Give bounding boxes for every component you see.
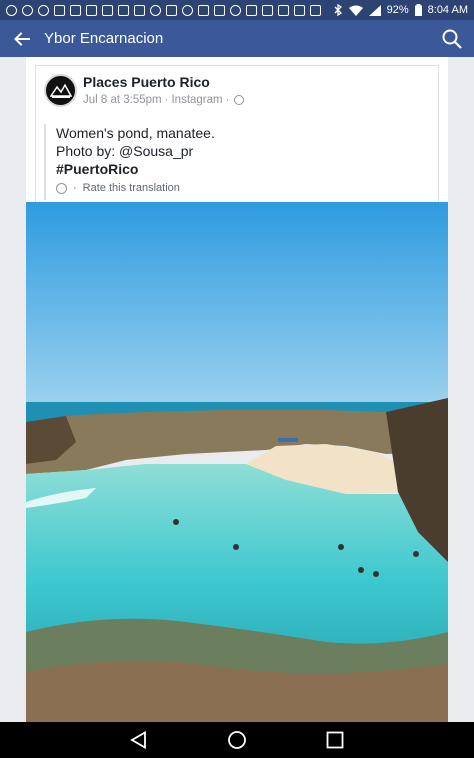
globe-icon	[234, 95, 245, 105]
facebook-icon	[278, 4, 289, 16]
back-arrow-icon	[14, 31, 30, 46]
beach-photo	[26, 202, 448, 722]
facebook-icon	[214, 4, 225, 16]
meta-separator: ·	[73, 182, 77, 194]
triangle-back-icon	[130, 731, 146, 749]
gallery-icon	[310, 4, 321, 16]
gmail-icon	[118, 4, 129, 16]
youtube-icon	[198, 4, 209, 16]
search-button[interactable]	[430, 20, 474, 57]
square-recents-icon	[326, 731, 344, 749]
post-card: Places Puerto Rico Jul 8 at 3:55pm · Ins…	[26, 57, 448, 202]
post-meta: Jul 8 at 3:55pm · Instagram ·	[83, 94, 245, 106]
clock: 8:04 AM	[427, 4, 468, 16]
battery-percent: 92%	[386, 4, 409, 16]
post-photo[interactable]	[26, 202, 448, 722]
page-name-link[interactable]: Places Puerto Rico	[83, 74, 210, 90]
tv-icon	[230, 4, 241, 16]
meta-separator: ·	[225, 94, 230, 106]
signal-icon	[368, 4, 381, 16]
flame-icon	[150, 4, 161, 16]
page-title: Ybor Encarnacion	[44, 30, 164, 47]
post-text: Women's pond, manatee. Photo by: @Sousa_…	[44, 124, 424, 200]
news-icon	[262, 4, 273, 16]
navigation-bar	[0, 722, 474, 758]
pinterest-icon	[182, 4, 193, 16]
wifi-icon	[348, 5, 363, 16]
circle-home-icon	[228, 731, 246, 749]
notification-icons	[6, 4, 334, 16]
back-button[interactable]	[0, 20, 44, 57]
battery-icon	[414, 4, 422, 16]
check-icon	[294, 4, 305, 16]
shared-post: Places Puerto Rico Jul 8 at 3:55pm · Ins…	[35, 65, 439, 202]
gmail-icon	[102, 4, 113, 16]
bluetooth-icon	[334, 4, 342, 16]
post-text-line: Women's pond, manatee.	[56, 125, 215, 141]
system-status: 92% 8:04 AM	[334, 4, 468, 16]
post-text-line: Photo by: @Sousa_pr	[56, 143, 194, 159]
hashtag-link[interactable]: #PuertoRico	[56, 160, 424, 178]
facebook-icon	[166, 4, 177, 16]
post-source[interactable]: Instagram	[171, 94, 222, 106]
nav-back-button[interactable]	[119, 722, 159, 758]
meta-separator: ·	[164, 94, 169, 106]
gear-icon	[56, 182, 67, 194]
gmail-icon	[70, 4, 81, 16]
search-icon	[442, 29, 462, 49]
messenger-icon	[38, 4, 49, 16]
flame-icon	[22, 4, 33, 16]
image-icon	[134, 4, 145, 16]
screen: 92% 8:04 AM Ybor Encarnacion Places Puer…	[0, 0, 474, 758]
gmail-icon	[86, 4, 97, 16]
nav-home-button[interactable]	[217, 722, 257, 758]
post-timestamp[interactable]: Jul 8 at 3:55pm	[83, 94, 162, 106]
page-avatar[interactable]	[44, 74, 77, 107]
app-bar: Ybor Encarnacion	[0, 20, 474, 57]
gmail-icon	[54, 4, 65, 16]
rate-translation-label: Rate this translation	[82, 182, 180, 194]
flame-icon	[6, 4, 17, 16]
nav-recents-button[interactable]	[315, 722, 355, 758]
page-logo-icon	[49, 82, 72, 98]
status-bar: 92% 8:04 AM	[0, 0, 474, 20]
facebook-icon	[246, 4, 257, 16]
rate-translation[interactable]: · Rate this translation	[56, 182, 424, 194]
